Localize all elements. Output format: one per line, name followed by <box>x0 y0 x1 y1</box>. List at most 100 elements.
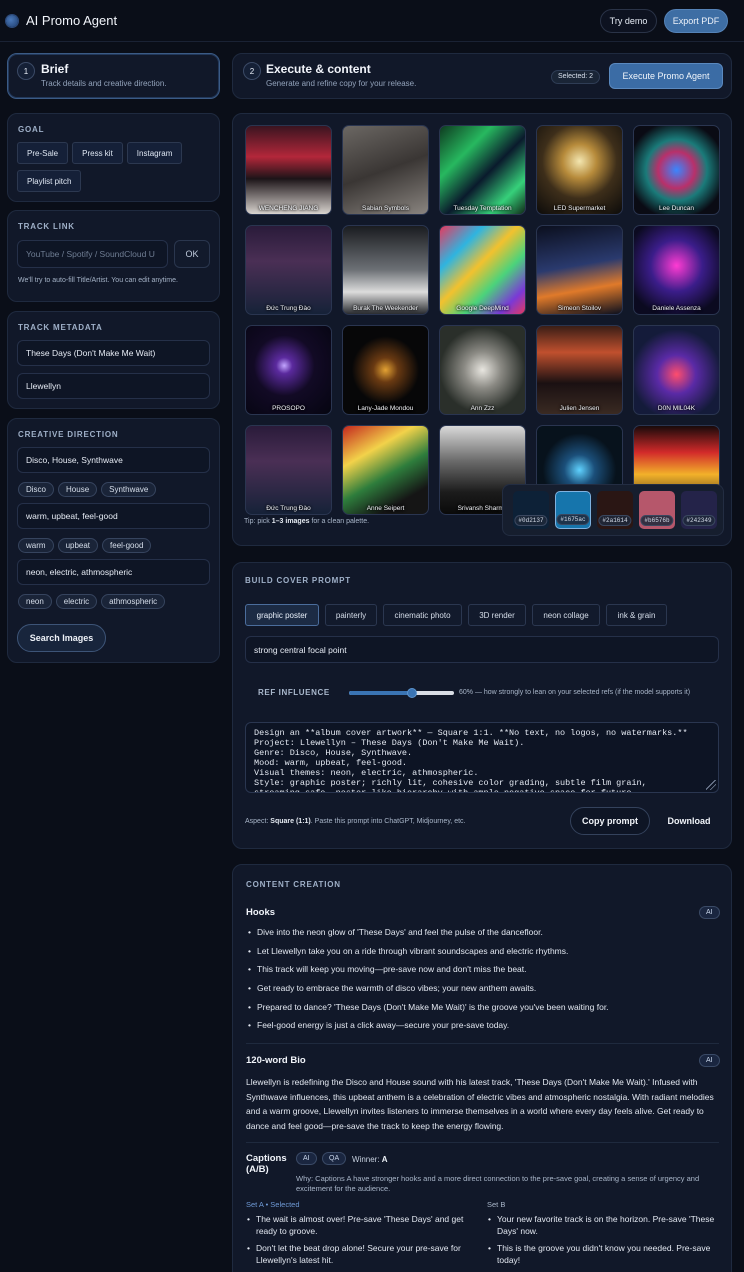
winner-prefix: Winner: <box>352 1155 382 1164</box>
gallery-image[interactable]: LED Supermarket <box>536 125 623 215</box>
gallery-image[interactable]: Burak The Weekender <box>342 225 429 315</box>
gallery-image[interactable]: Lee Duncan <box>633 125 720 215</box>
bio-text: Llewellyn is redefining the Disco and Ho… <box>246 1077 714 1132</box>
focal-point-input[interactable]: strong central focal point <box>245 636 719 663</box>
search-images-button[interactable]: Search Images <box>17 624 106 652</box>
creative-direction-section: CREATIVE DIRECTION Disco, House, Synthwa… <box>7 418 220 663</box>
goal-presale-button[interactable]: Pre-Sale <box>17 142 69 164</box>
slider-thumb[interactable] <box>407 688 417 698</box>
step-subtitle: Track details and creative direction. <box>41 79 167 88</box>
palette-swatch[interactable]: #242349 <box>681 491 717 529</box>
goal-label: GOAL <box>18 125 45 134</box>
theme-tag[interactable]: athmospheric <box>101 594 166 609</box>
bio-title: 120-word Bio <box>246 1055 306 1066</box>
mood-input[interactable]: warm, upbeat, feel-good <box>17 503 210 529</box>
image-credit: Lany-Jade Mondou <box>357 405 414 412</box>
gallery-image[interactable]: PROSOPO <box>245 325 332 415</box>
track-link-input[interactable]: YouTube / Spotify / SoundCloud U <box>17 240 168 268</box>
style-3d-render-button[interactable]: 3D render <box>468 604 526 626</box>
aspect-suffix: . Paste this prompt into ChatGPT, Midjou… <box>310 818 466 825</box>
content-creation-label: CONTENT CREATION <box>246 880 341 889</box>
mood-tag[interactable]: upbeat <box>57 538 99 553</box>
image-credit: Sabian Symbols <box>362 205 409 212</box>
download-button[interactable]: Download <box>660 807 718 835</box>
palette-swatch[interactable]: #1675ac <box>555 491 591 529</box>
execute-promo-agent-button[interactable]: Execute Promo Agent <box>609 63 723 89</box>
hooks-title: Hooks <box>246 907 276 918</box>
palette-swatch[interactable]: #2a1614 <box>597 491 633 529</box>
export-pdf-button[interactable]: Export PDF <box>664 9 728 33</box>
palette-swatch[interactable]: #0d2137 <box>513 491 549 529</box>
gallery-image[interactable]: Ann Zzz <box>439 325 526 415</box>
image-credit: Ann Zzz <box>470 405 495 412</box>
swatch-hex: #2a1614 <box>598 515 632 526</box>
gallery-image[interactable]: Daniele Assenza <box>633 225 720 315</box>
style-ink-grain-button[interactable]: ink & grain <box>606 604 667 626</box>
divider <box>246 1142 719 1143</box>
mood-tag[interactable]: warm <box>18 538 54 553</box>
hooks-list: Dive into the neon glow of 'These Days' … <box>248 923 718 1035</box>
aspect-note: Aspect: Square (1:1). Paste this prompt … <box>245 818 465 825</box>
winner-label: Winner: A <box>352 1155 388 1164</box>
gallery-image[interactable]: Simeon Stoilov <box>536 225 623 315</box>
goal-playlist-button[interactable]: Playlist pitch <box>17 170 82 192</box>
style-painterly-button[interactable]: painterly <box>325 604 377 626</box>
cover-prompt-textarea[interactable]: Design an **album cover artwork** — Squa… <box>245 722 719 793</box>
image-credit: Julien Jensen <box>559 405 600 412</box>
caption-set-b: Your new favorite track is on the horizo… <box>487 1213 715 1271</box>
genre-tag[interactable]: Synthwave <box>101 482 157 497</box>
gallery-image[interactable]: Julien Jensen <box>536 325 623 415</box>
artist-input[interactable]: Llewellyn <box>17 373 210 399</box>
goal-instagram-button[interactable]: Instagram <box>126 142 183 164</box>
gallery-image[interactable]: Sabian Symbols <box>342 125 429 215</box>
image-credit: Anne Seipert <box>366 505 405 512</box>
ref-influence-slider[interactable] <box>349 687 454 699</box>
theme-tag[interactable]: electric <box>55 594 98 609</box>
aspect-prefix: Aspect: <box>245 818 271 825</box>
gallery-image[interactable]: Đức Trung Đào <box>245 425 332 515</box>
track-title-input[interactable]: These Days (Don't Make Me Wait) <box>17 340 210 366</box>
step-brief-card[interactable]: 1 Brief Track details and creative direc… <box>7 53 220 99</box>
tip-bold: 1–3 images <box>271 518 310 525</box>
gallery-image[interactable]: Lany-Jade Mondou <box>342 325 429 415</box>
step-title: Brief <box>41 62 69 76</box>
cover-prompt-label: BUILD COVER PROMPT <box>245 576 351 585</box>
image-credit: Lee Duncan <box>658 205 695 212</box>
gallery-image[interactable]: WENCHENG JIANG <box>245 125 332 215</box>
gallery-image[interactable]: Đức Trung Đào <box>245 225 332 315</box>
image-credit: PROSOPO <box>272 405 305 412</box>
copy-prompt-button[interactable]: Copy prompt <box>570 807 650 835</box>
swatch-hex: #0d2137 <box>514 515 548 526</box>
themes-input[interactable]: neon, electric, athmospheric <box>17 559 210 585</box>
image-credit: WENCHENG JIANG <box>258 205 319 212</box>
image-credit: Google DeepMind <box>456 305 509 312</box>
style-graphic-poster-button[interactable]: graphic poster <box>245 604 319 626</box>
mood-tag[interactable]: feel-good <box>102 538 152 553</box>
image-credit: Simeon Stoilov <box>557 305 602 312</box>
gallery-image[interactable]: D0N MIL04K <box>633 325 720 415</box>
genre-tag[interactable]: House <box>58 482 98 497</box>
caption-item: Don't let the beat drop alone! Secure yo… <box>246 1242 474 1266</box>
style-cinematic-photo-button[interactable]: cinematic photo <box>383 604 462 626</box>
gallery-image[interactable]: Google DeepMind <box>439 225 526 315</box>
goal-presskit-button[interactable]: Press kit <box>72 142 123 164</box>
try-demo-button[interactable]: Try demo <box>600 9 657 33</box>
image-credit: LED Supermarket <box>553 205 606 212</box>
app-title: AI Promo Agent <box>26 13 118 28</box>
style-neon-collage-button[interactable]: neon collage <box>532 604 600 626</box>
hook-item: This track will keep you moving—pre-save… <box>248 960 718 979</box>
resize-handle-icon[interactable] <box>706 780 716 790</box>
step-subtitle: Generate and refine copy for your releas… <box>266 79 417 88</box>
step-execute-card[interactable]: 2 Execute & content Generate and refine … <box>232 53 732 99</box>
genre-tag[interactable]: Disco <box>18 482 55 497</box>
genres-input[interactable]: Disco, House, Synthwave <box>17 447 210 473</box>
image-credit: Tuesday Temptation <box>453 205 512 212</box>
track-link-ok-button[interactable]: OK <box>174 240 210 268</box>
palette-swatch[interactable]: #b6576b <box>639 491 675 529</box>
creative-label: CREATIVE DIRECTION <box>18 430 119 439</box>
gallery-image[interactable]: Tuesday Temptation <box>439 125 526 215</box>
track-metadata-section: TRACK METADATA These Days (Don't Make Me… <box>7 311 220 409</box>
hooks-ai-badge: AI <box>699 906 720 919</box>
theme-tag[interactable]: neon <box>18 594 52 609</box>
gallery-image[interactable]: Anne Seipert <box>342 425 429 515</box>
